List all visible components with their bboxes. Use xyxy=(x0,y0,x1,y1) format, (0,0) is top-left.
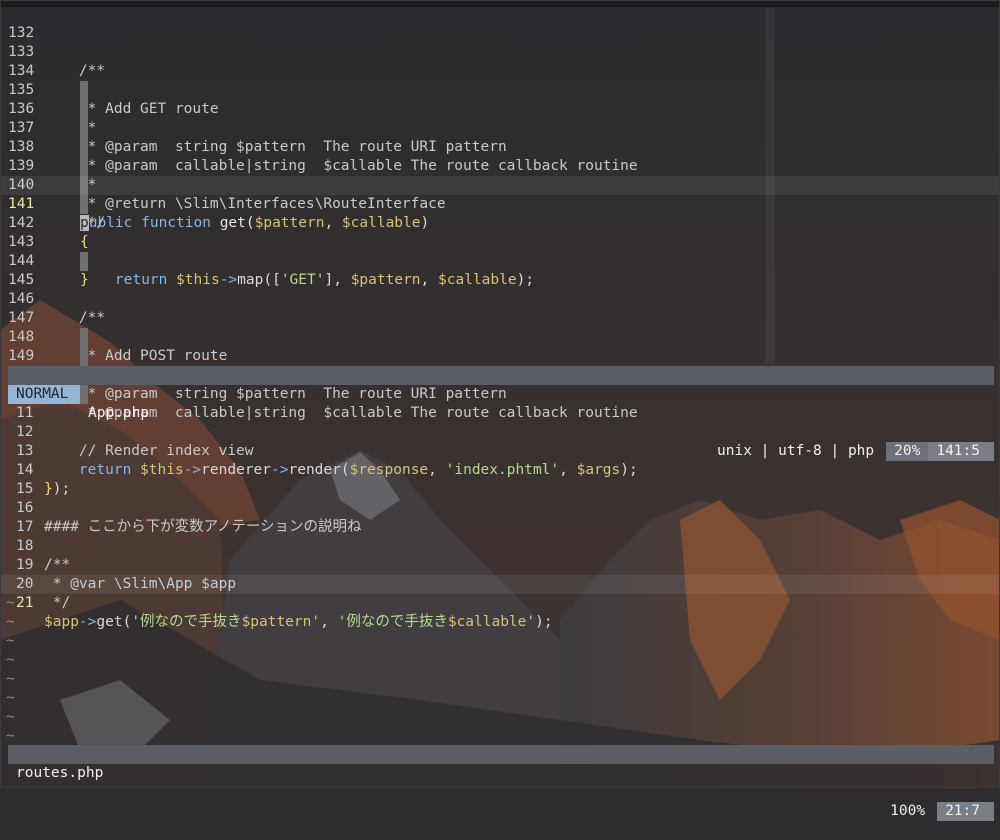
code-line[interactable]: 16 #### ここから下が変数アノテーションの説明ね xyxy=(0,480,1000,535)
terminal-window: 132 133 /** 134 * Add GET route 135 * 13… xyxy=(0,0,1000,821)
code-line[interactable]: 146 /** xyxy=(0,271,1000,326)
scroll-percent: 100% xyxy=(890,803,926,819)
code-line[interactable]: 137 * @param callable|string $callable T… xyxy=(0,100,1000,174)
empty-line-marker: ~ xyxy=(6,690,15,706)
empty-line-marker: ~ xyxy=(6,633,15,649)
code-line[interactable]: 132 xyxy=(0,5,1000,41)
code-line[interactable]: 147 * Add POST route xyxy=(0,290,1000,364)
code-line[interactable]: 145 xyxy=(0,252,1000,288)
code-line[interactable]: 135 * xyxy=(0,62,1000,136)
empty-line-marker: ~ xyxy=(6,671,15,687)
empty-line-marker: ~ xyxy=(6,728,15,744)
code-line[interactable]: 17 xyxy=(0,499,1000,535)
statusline-top[interactable]: NORMAL App.php unix | utf-8 | php 20% 141:… xyxy=(8,366,994,461)
code-line[interactable]: 143 return $this->map(['GET'], $pattern,… xyxy=(0,214,1000,288)
code-line[interactable]: 133 /** xyxy=(0,24,1000,79)
empty-line-marker: ~ xyxy=(6,709,15,725)
statusline-right: 100% 21:7 xyxy=(808,783,994,840)
code-line[interactable]: 20 */ xyxy=(0,556,1000,611)
code-line[interactable]: 13 return $this->renderer->render($respo… xyxy=(0,423,1000,478)
code-line-current[interactable]: 141 public function get($pattern, $calla… xyxy=(0,176,1000,231)
code-line[interactable]: 14 }); xyxy=(0,442,1000,497)
code-line[interactable]: 138 * xyxy=(0,119,1000,193)
code-line[interactable]: 139 * @return \Slim\Interfaces\RouteInte… xyxy=(0,138,1000,212)
empty-line-marker: ~ xyxy=(6,614,15,630)
statusline-filename: routes.php xyxy=(16,765,104,781)
code-line[interactable]: 140 */ xyxy=(0,157,1000,231)
empty-line-marker: ~ xyxy=(6,595,15,611)
cursor-position: 21:7 xyxy=(937,802,994,821)
code-line[interactable]: 18 /** xyxy=(0,518,1000,573)
code-line[interactable]: 149 * @param string $pattern The route U… xyxy=(0,328,1000,402)
code-line[interactable]: 15 xyxy=(0,461,1000,497)
code-line[interactable]: 148 * xyxy=(0,309,1000,383)
empty-line-marker: ~ xyxy=(6,652,15,668)
code-line[interactable]: 142 { xyxy=(0,195,1000,250)
code-line[interactable]: 150 * @param callable|string $callable T… xyxy=(0,347,1000,421)
code-line[interactable]: 136 * @param string $pattern The route U… xyxy=(0,81,1000,155)
code-line[interactable]: 144 } xyxy=(0,233,1000,288)
editor-pane-bottom[interactable]: 11 12 // Render index view 13 return $th… xyxy=(0,385,1000,821)
statusline-bottom[interactable]: routes.php 100% 21:7 xyxy=(8,745,994,821)
code-line-current[interactable]: 21 $app->get('例なので手抜き$pattern', '例なので手抜き… xyxy=(0,575,1000,630)
code-line[interactable]: 12 // Render index view xyxy=(0,404,1000,459)
code-line[interactable]: 134 * Add GET route xyxy=(0,43,1000,117)
code-line[interactable]: 11 xyxy=(0,385,1000,421)
code-line[interactable]: 19 * @var \Slim\App $app xyxy=(0,537,1000,592)
editor-pane-top[interactable]: 132 133 /** 134 * Add GET route 135 * 13… xyxy=(0,0,1000,461)
